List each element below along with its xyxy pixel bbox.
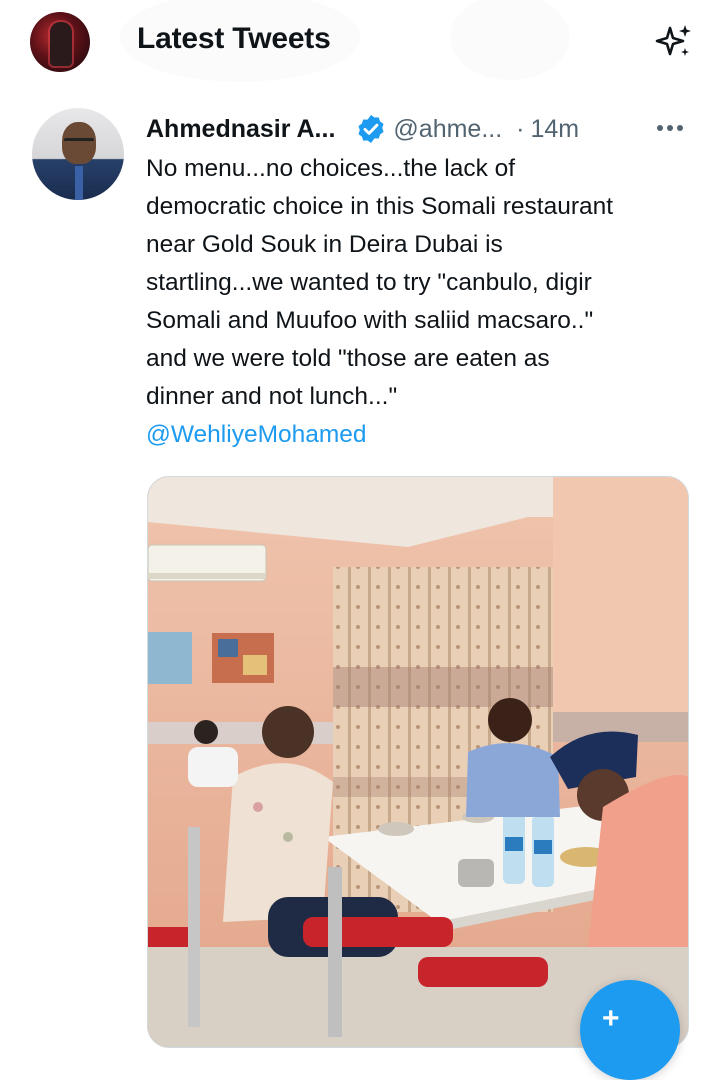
photo-restaurant <box>148 477 688 1047</box>
tweet-text: No menu...no choices...the lack of democ… <box>146 150 701 454</box>
tweet-line: dinner and not lunch..." <box>146 383 398 410</box>
profile-avatar[interactable] <box>30 12 90 72</box>
sparkle-icon[interactable] <box>652 20 696 64</box>
tweet-time[interactable]: 14m <box>531 115 580 144</box>
tweet[interactable]: Ahmednasir A... @ahme... · 14m No menu..… <box>0 86 720 1048</box>
verified-badge-icon <box>358 115 384 143</box>
tweet-line: No menu...no choices...the lack of <box>146 155 516 182</box>
tweet-line: near Gold Souk in Deira Dubai is <box>146 231 503 258</box>
tweet-line: startling...we wanted to try "canbulo, d… <box>146 269 592 296</box>
tweet-meta: Ahmednasir A... @ahme... · 14m <box>146 112 696 146</box>
more-options-icon[interactable] <box>654 114 688 144</box>
top-header: Latest Tweets <box>0 0 720 86</box>
author-name[interactable]: Ahmednasir A... <box>146 115 335 144</box>
separator-dot: · <box>516 114 525 143</box>
compose-tweet-button[interactable]: + <box>580 980 680 1080</box>
tweet-line: democratic choice in this Somali restaur… <box>146 193 614 220</box>
tweet-line: Somali and Muufoo with saliid macsaro.." <box>146 307 594 334</box>
tweet-line: and we were told "those are eaten as <box>146 345 550 372</box>
mention-link[interactable]: @WehliyeMohamed <box>146 421 367 448</box>
author-handle[interactable]: @ahme... <box>393 115 502 144</box>
author-avatar[interactable] <box>32 108 124 200</box>
page-title: Latest Tweets <box>137 22 331 55</box>
tweet-photo[interactable] <box>147 476 689 1048</box>
